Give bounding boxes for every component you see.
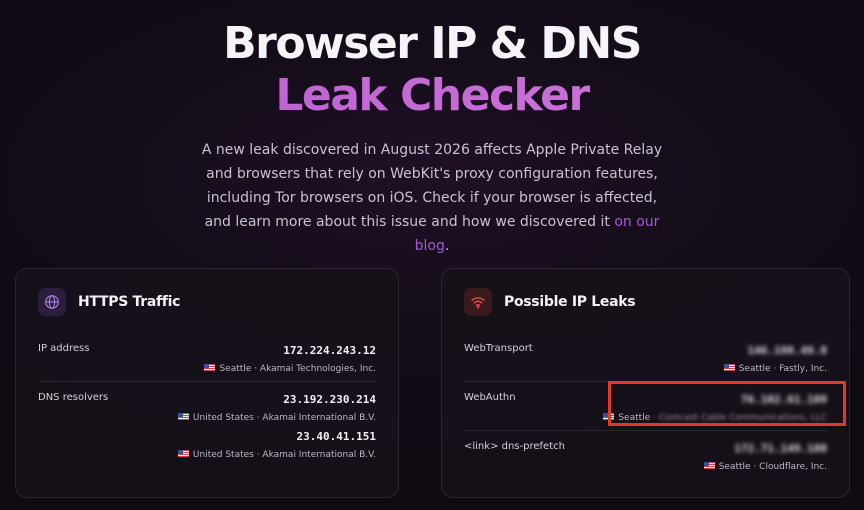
us-flag-icon [177, 450, 189, 457]
globe-icon [38, 288, 66, 316]
intro-paragraph: A new leak discovered in August 2026 aff… [200, 138, 664, 258]
dns-prefetch-label: <link> dns-prefetch [464, 441, 565, 452]
card-title: Possible IP Leaks [504, 294, 636, 310]
divider [464, 430, 827, 431]
us-flag-icon [723, 364, 735, 371]
dns-resolvers-label: DNS resolvers [38, 392, 109, 403]
webauthn-label: WebAuthn [464, 392, 516, 403]
card-title: HTTPS Traffic [78, 294, 181, 310]
intro-end: . [444, 238, 450, 254]
intro-text: A new leak discovered in August 2026 aff… [201, 142, 663, 230]
card-header: Possible IP Leaks [464, 287, 636, 317]
us-flag-icon [703, 462, 715, 469]
red-highlight-box [608, 381, 846, 426]
dns-location-1: United States · Akamai International B.V… [177, 411, 376, 425]
webtransport-location: Seattle · Fastly, Inc. [723, 362, 827, 376]
https-traffic-card: HTTPS Traffic IP address 172.224.243.12 … [15, 268, 399, 498]
dns-prefetch-ip: 172.71.149.188 [734, 442, 827, 455]
webtransport-label: WebTransport [464, 343, 533, 354]
us-flag-icon [177, 413, 189, 420]
divider [38, 381, 376, 382]
dns-ip-2: 23.40.41.151 [296, 430, 376, 443]
us-flag-icon [204, 364, 216, 371]
ip-address-value: 172.224.243.12 [283, 344, 376, 357]
dns-location-2: United States · Akamai International B.V… [177, 448, 376, 462]
dns-prefetch-location: Seattle · Cloudflare, Inc. [703, 460, 827, 474]
dns-ip-1: 23.192.230.214 [283, 393, 376, 406]
webtransport-ip: 146.198.49.8 [747, 344, 827, 357]
wifi-icon [464, 288, 492, 316]
card-header: HTTPS Traffic [38, 287, 180, 317]
page-subtitle: Leak Checker [0, 72, 864, 120]
ip-address-label: IP address [38, 343, 90, 354]
page-title: Browser IP & DNS [223, 18, 642, 69]
ip-location: Seattle · Akamai Technologies, Inc. [204, 362, 376, 376]
